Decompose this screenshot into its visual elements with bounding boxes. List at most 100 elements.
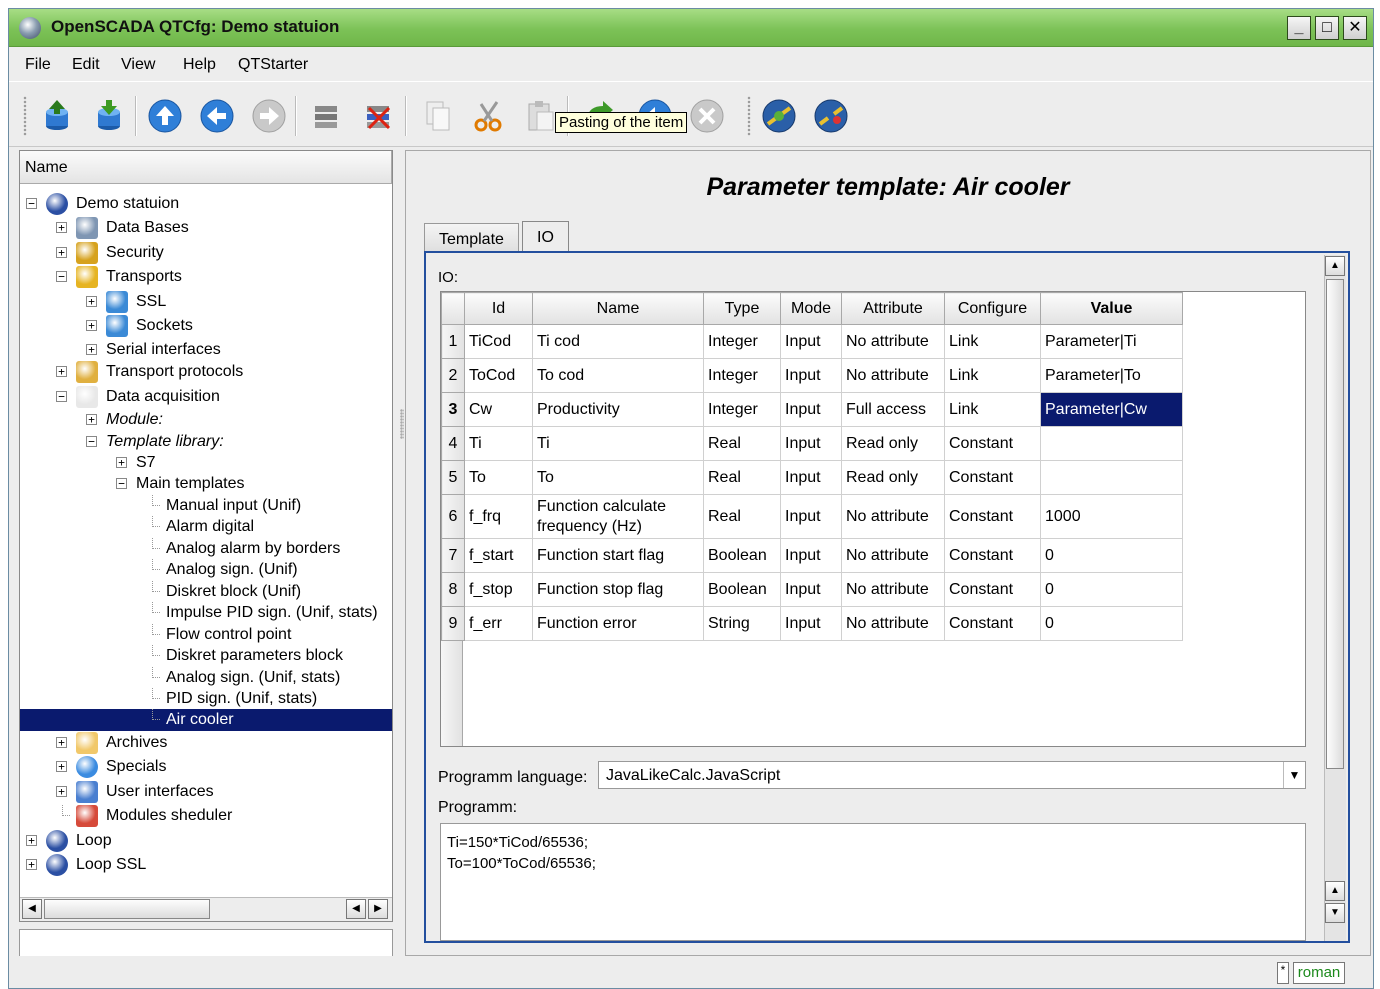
tree-filter-input[interactable] bbox=[19, 929, 393, 957]
table-cell[interactable]: Link bbox=[944, 358, 1041, 393]
expand-icon[interactable]: + bbox=[26, 835, 37, 846]
row-number[interactable]: 5 bbox=[441, 460, 465, 495]
navigation-tree[interactable]: Name − Demo statuion + Data Bases + Security −… bbox=[19, 150, 393, 922]
table-cell[interactable]: Constant bbox=[944, 538, 1041, 573]
table-cell[interactable]: Input bbox=[780, 426, 842, 461]
expand-icon[interactable]: + bbox=[86, 344, 97, 355]
tab-vertical-scrollbar[interactable]: ▲ ▲ ▼ bbox=[1324, 255, 1346, 941]
table-cell[interactable]: To cod bbox=[532, 358, 704, 393]
close-button[interactable]: ✕ bbox=[1343, 16, 1367, 40]
tree-item[interactable]: + Loop bbox=[20, 830, 392, 852]
tree-item[interactable]: + Transport protocols bbox=[20, 361, 392, 383]
table-cell[interactable]: ToCod bbox=[464, 358, 533, 393]
scroll-down-button[interactable]: ▼ bbox=[1325, 903, 1345, 923]
column-header-attribute[interactable]: Attribute bbox=[841, 292, 945, 325]
table-cell[interactable]: Productivity bbox=[532, 392, 704, 427]
table-cell[interactable]: Parameter|Ti bbox=[1040, 324, 1183, 359]
collapse-icon[interactable]: − bbox=[56, 271, 67, 282]
column-header-id[interactable]: Id bbox=[464, 292, 533, 325]
table-row[interactable]: 9 f_err Function error String Input No attrib… bbox=[441, 606, 1183, 641]
program-language-select[interactable]: JavaLikeCalc.JavaScript ▼ bbox=[598, 761, 1306, 789]
expand-icon[interactable]: + bbox=[86, 296, 97, 307]
scroll-right-button[interactable]: ▶ bbox=[368, 899, 388, 919]
table-cell[interactable]: No attribute bbox=[841, 358, 945, 393]
expand-icon[interactable]: + bbox=[86, 320, 97, 331]
table-cell[interactable]: Function stop flag bbox=[532, 572, 704, 607]
tree-horizontal-scrollbar[interactable]: ◀ ◀ ▶ bbox=[20, 897, 392, 921]
table-cell[interactable]: 1000 bbox=[1040, 494, 1183, 539]
table-row[interactable]: 6 f_frq Function calculate frequency (Hz) R… bbox=[441, 494, 1183, 539]
tree-item[interactable]: + Data Bases bbox=[20, 217, 392, 239]
expand-icon[interactable]: + bbox=[116, 457, 127, 468]
table-cell[interactable]: Full access bbox=[841, 392, 945, 427]
menu-file[interactable]: File bbox=[25, 56, 51, 74]
row-number[interactable]: 3 bbox=[441, 392, 465, 427]
tree-item[interactable]: + Loop SSL bbox=[20, 854, 392, 876]
table-cell[interactable]: 0 bbox=[1040, 538, 1183, 573]
table-cell[interactable]: Function calculate frequency (Hz) bbox=[532, 494, 704, 539]
tree-item[interactable]: PID sign. (Unif, stats) bbox=[20, 688, 392, 710]
table-cell[interactable]: Integer bbox=[703, 358, 781, 393]
current-user[interactable]: roman bbox=[1293, 962, 1345, 984]
menu-view[interactable]: View bbox=[121, 56, 155, 74]
row-number[interactable]: 4 bbox=[441, 426, 465, 461]
expand-icon[interactable]: + bbox=[26, 859, 37, 870]
panel-splitter[interactable] bbox=[400, 409, 404, 439]
column-header-type[interactable]: Type bbox=[703, 292, 781, 325]
table-cell[interactable]: Boolean bbox=[703, 572, 781, 607]
scroll-up-button-2[interactable]: ▲ bbox=[1325, 881, 1345, 901]
disconnect-icon[interactable] bbox=[813, 98, 849, 134]
table-cell[interactable]: No attribute bbox=[841, 324, 945, 359]
collapse-icon[interactable]: − bbox=[26, 198, 37, 209]
connect-icon[interactable] bbox=[761, 98, 797, 134]
tree-item[interactable]: Diskret parameters block bbox=[20, 645, 392, 667]
expand-icon[interactable]: + bbox=[56, 222, 67, 233]
table-cell[interactable]: 0 bbox=[1040, 606, 1183, 641]
table-row[interactable]: 2 ToCod To cod Integer Input No attribute Link… bbox=[441, 358, 1183, 393]
table-cell[interactable]: Integer bbox=[703, 324, 781, 359]
cut-icon[interactable] bbox=[471, 98, 507, 134]
table-corner[interactable] bbox=[441, 292, 465, 325]
tree-header-name[interactable]: Name bbox=[20, 151, 392, 184]
table-cell[interactable]: Real bbox=[703, 494, 781, 539]
tree-item[interactable]: − Demo statuion bbox=[20, 193, 392, 215]
table-cell[interactable]: Input bbox=[780, 324, 842, 359]
table-cell[interactable]: Integer bbox=[703, 392, 781, 427]
expand-icon[interactable]: + bbox=[56, 737, 67, 748]
table-cell[interactable]: f_start bbox=[464, 538, 533, 573]
table-cell[interactable]: Real bbox=[703, 426, 781, 461]
table-cell[interactable]: To bbox=[532, 460, 704, 495]
table-cell[interactable]: Input bbox=[780, 572, 842, 607]
tree-item[interactable]: Alarm digital bbox=[20, 516, 392, 538]
table-row[interactable]: 1 TiCod Ti cod Integer Input No attribute Link… bbox=[441, 324, 1183, 359]
stop-icon[interactable] bbox=[689, 98, 725, 134]
collapse-icon[interactable]: − bbox=[86, 436, 97, 447]
table-cell[interactable]: Ti bbox=[464, 426, 533, 461]
expand-icon[interactable]: + bbox=[56, 786, 67, 797]
table-cell[interactable]: Constant bbox=[944, 606, 1041, 641]
back-icon[interactable] bbox=[199, 98, 235, 134]
table-cell[interactable]: Function start flag bbox=[532, 538, 704, 573]
paste-icon[interactable] bbox=[523, 98, 559, 134]
table-cell[interactable]: String bbox=[703, 606, 781, 641]
tab-io[interactable]: IO bbox=[522, 221, 569, 253]
table-cell[interactable]: Parameter|Cw bbox=[1040, 392, 1183, 427]
table-cell[interactable]: Input bbox=[780, 460, 842, 495]
scroll-thumb[interactable] bbox=[44, 899, 210, 919]
column-header-value[interactable]: Value bbox=[1040, 292, 1183, 325]
tree-item[interactable]: − Data acquisition bbox=[20, 386, 392, 408]
toolbar-grip[interactable] bbox=[747, 96, 751, 136]
table-cell[interactable]: To bbox=[464, 460, 533, 495]
table-cell[interactable]: Link bbox=[944, 324, 1041, 359]
row-number[interactable]: 9 bbox=[441, 606, 465, 641]
tree-item[interactable]: + Serial interfaces bbox=[20, 339, 392, 361]
db-save-icon[interactable] bbox=[91, 98, 127, 134]
tree-item[interactable]: Analog alarm by borders bbox=[20, 538, 392, 560]
table-cell[interactable] bbox=[1040, 460, 1183, 495]
tree-item[interactable]: + User interfaces bbox=[20, 781, 392, 803]
table-cell[interactable]: Ti bbox=[532, 426, 704, 461]
table-cell[interactable]: No attribute bbox=[841, 494, 945, 539]
tree-item[interactable]: − Template library: bbox=[20, 431, 392, 453]
table-cell[interactable]: Read only bbox=[841, 460, 945, 495]
io-table[interactable]: Id Name Type Mode Attribute Configure Va… bbox=[440, 291, 1306, 747]
